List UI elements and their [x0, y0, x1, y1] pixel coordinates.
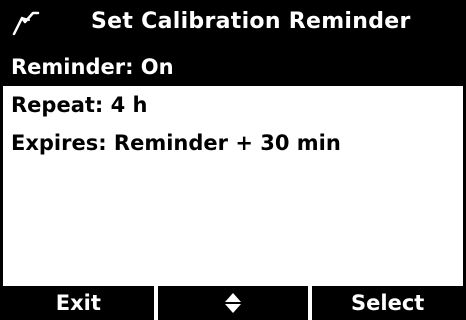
page-title: Set Calibration Reminder: [91, 9, 411, 34]
menu-item-label: Repeat: 4 h: [11, 93, 148, 117]
exit-button[interactable]: Exit: [3, 286, 154, 320]
up-down-arrows-icon: [225, 293, 241, 313]
probe-icon: [12, 11, 40, 36]
select-button[interactable]: Select: [312, 286, 464, 320]
menu-item-repeat[interactable]: Repeat: 4 h: [3, 86, 463, 124]
menu-item-label: Expires: Reminder + 30 min: [11, 131, 341, 155]
exit-button-label: Exit: [55, 291, 101, 315]
menu-item-reminder[interactable]: Reminder: On: [3, 48, 463, 86]
softkey-bar: Exit Select: [3, 286, 464, 320]
device-screen: Set Calibration Reminder Reminder: On Re…: [0, 0, 466, 320]
select-button-label: Select: [351, 291, 425, 315]
menu-item-label: Reminder: On: [11, 55, 174, 79]
menu-item-expires[interactable]: Expires: Reminder + 30 min: [3, 124, 463, 162]
navigate-button[interactable]: [157, 286, 309, 320]
title-bar: Set Calibration Reminder: [3, 0, 463, 48]
